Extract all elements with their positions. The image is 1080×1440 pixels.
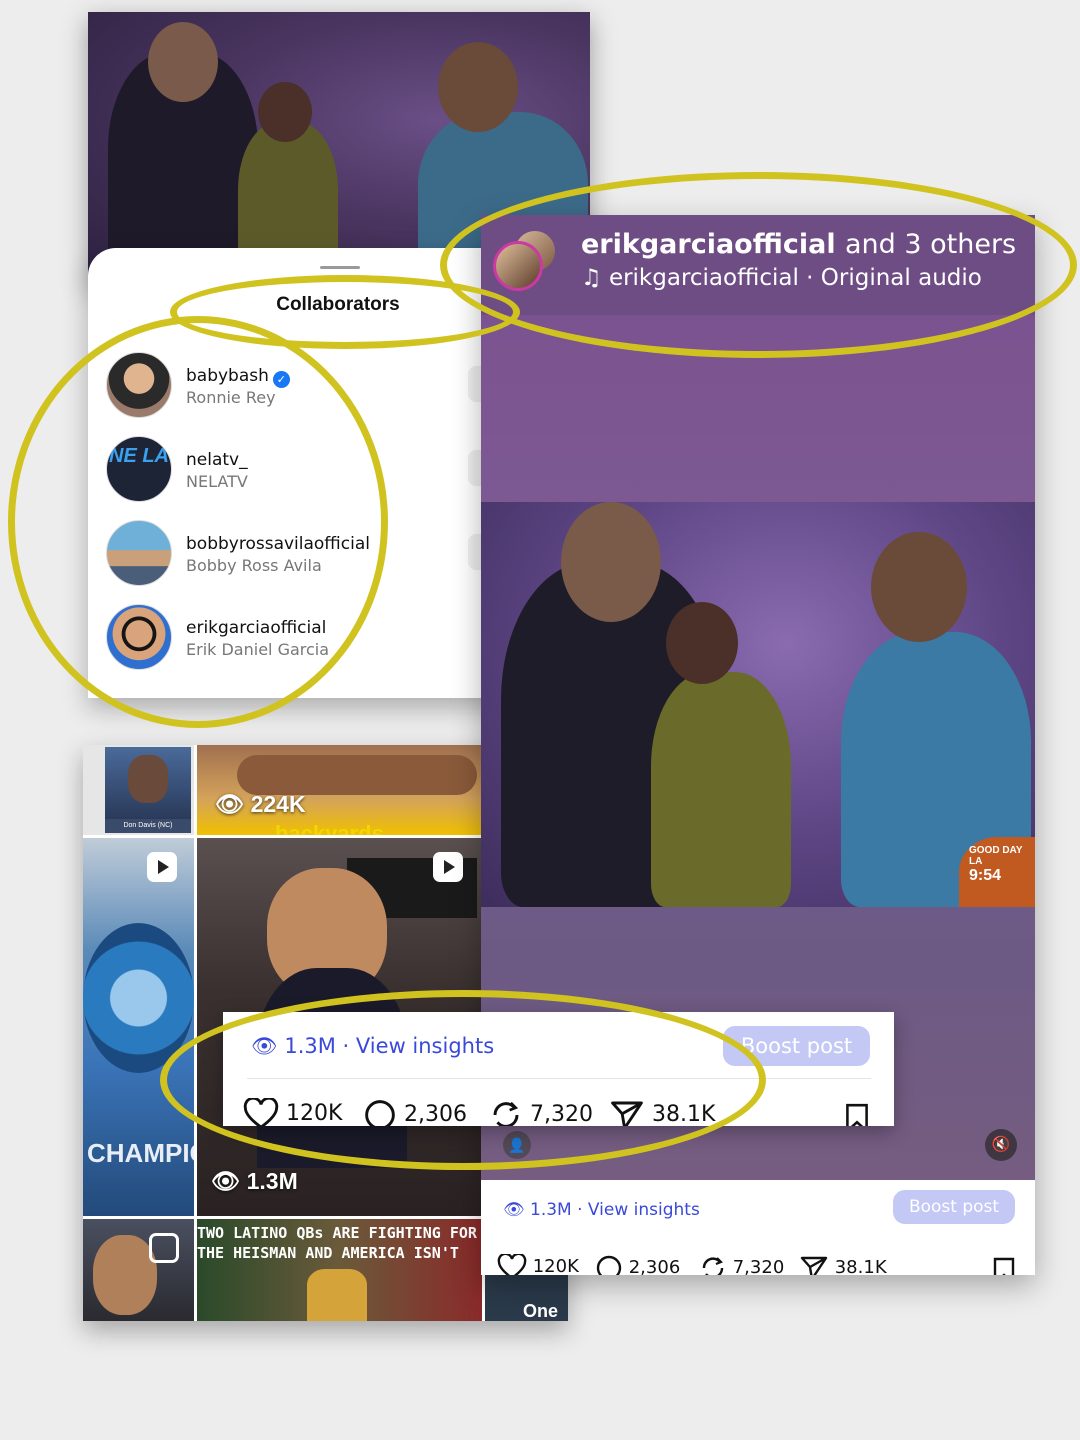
tv-watermark-text: GOOD DAY LA <box>969 845 1023 867</box>
view-count-row: 👁 1.3M <box>211 1168 298 1195</box>
view-count: 1.3M <box>530 1200 572 1220</box>
view-count-row: 👁 224K <box>215 791 306 818</box>
bookmark-icon[interactable] <box>843 1102 871 1126</box>
collaborator-username: bobbyrossavilaofficial <box>186 534 370 554</box>
insights-link[interactable]: 👁 1.3M · View insights <box>251 1034 494 1059</box>
collaborator-username: babybash <box>186 366 269 386</box>
collaborator-fullname: Erik Daniel Garcia <box>186 640 330 659</box>
repost-count: 7,320 <box>732 1257 785 1275</box>
sheet-title: Collaborators <box>276 294 400 315</box>
share-stat[interactable]: 38.1K <box>799 1254 887 1275</box>
collaborator-username-row: babybash ✓ <box>186 366 290 388</box>
comment-count: 2,306 <box>628 1257 681 1275</box>
share-stat[interactable]: 38.1K <box>609 1098 715 1126</box>
reel-author-avatars[interactable] <box>493 229 561 297</box>
reel-icon <box>433 852 463 882</box>
grid-tile[interactable]: Don Davis (NC) <box>83 745 194 835</box>
avatar <box>493 241 543 291</box>
view-count: 1.3M <box>284 1034 336 1058</box>
bookmark-icon[interactable] <box>991 1256 1017 1275</box>
boost-post-button[interactable]: Boost post <box>893 1190 1015 1224</box>
carousel-icon <box>149 1233 179 1263</box>
tv-watermark: GOOD DAY LA 9:54 <box>959 837 1035 907</box>
eye-icon: 👁 <box>251 1034 278 1058</box>
avatar[interactable] <box>106 604 172 670</box>
reel-action-area: 👁 1.3M · View insights Boost post 120K 2… <box>481 1180 1035 1275</box>
like-stat[interactable]: 120K <box>497 1252 579 1275</box>
share-count: 38.1K <box>652 1102 716 1126</box>
like-stat[interactable]: 120K <box>243 1096 343 1126</box>
collaborator-fullname: NELATV <box>186 472 248 491</box>
collaborator-fullname: Ronnie Rey <box>186 388 276 407</box>
comment-stat[interactable]: 2,306 <box>595 1254 680 1275</box>
comment-stat[interactable]: 2,306 <box>363 1098 467 1126</box>
nela-logo-text: NE LA <box>109 445 169 467</box>
tagged-people-icon[interactable]: 👤 <box>503 1131 531 1159</box>
boost-post-button[interactable]: Boost post <box>723 1026 870 1066</box>
eye-icon: 👁 <box>503 1200 525 1220</box>
share-count: 38.1K <box>834 1257 887 1275</box>
grid-tile[interactable] <box>83 1219 194 1321</box>
share-icon <box>611 1101 643 1126</box>
collaborator-row[interactable]: NE LA nelatv_ NELATV F <box>106 436 518 502</box>
tile-caption: Don Davis (NC) <box>105 819 191 833</box>
like-count: 120K <box>286 1101 343 1126</box>
share-icon <box>800 1256 828 1275</box>
reel-video[interactable]: GOOD DAY LA 9:54 <box>481 502 1035 907</box>
repost-stat[interactable]: 7,320 <box>699 1254 784 1275</box>
repost-stat[interactable]: 7,320 <box>489 1098 593 1126</box>
reel-icon <box>147 852 177 882</box>
collaborator-username: erikgarciaofficial <box>186 618 327 638</box>
tile-partial-text: One <box>523 1301 559 1321</box>
collaborator-username: nelatv_ <box>186 450 248 470</box>
mute-icon[interactable]: 🔇 <box>985 1129 1017 1161</box>
music-note-icon: ♫ <box>581 265 602 291</box>
insights-link[interactable]: 👁 1.3M · View insights <box>503 1200 700 1220</box>
collaborator-row[interactable]: babybash✓ Ronnie Rey F <box>106 352 518 418</box>
collaborator-row[interactable]: erikgarciaofficial Erik Daniel Garcia <box>106 604 518 670</box>
collaborators-sheet: Collaborators babybash✓ Ronnie Rey F NE … <box>88 248 518 698</box>
eye-icon: 👁 <box>211 1168 241 1194</box>
avatar[interactable]: NE LA <box>106 436 172 502</box>
divider <box>247 1078 871 1079</box>
repost-count: 7,320 <box>530 1102 593 1126</box>
view-count: 224K <box>250 791 306 817</box>
repost-icon <box>493 1101 519 1126</box>
reel-audio[interactable]: ♫ erikgarciaofficial · Original audio <box>581 265 982 291</box>
collaborator-fullname: Bobby Ross Avila <box>186 556 322 575</box>
heart-icon <box>497 1252 527 1275</box>
reel-title[interactable]: erikgarciaofficial and 3 others <box>581 229 1016 260</box>
view-insights-link[interactable]: View insights <box>588 1200 700 1220</box>
view-insights-link[interactable]: View insights <box>356 1034 494 1058</box>
sheet-drag-handle[interactable] <box>320 266 360 269</box>
grid-tile[interactable]: CHAMPION <box>83 838 194 1216</box>
verified-badge-icon: ✓ <box>272 371 290 388</box>
tile-caption: backyards <box>275 821 384 835</box>
grid-tile[interactable]: 👁 224K backyards <box>197 745 482 835</box>
tv-timestamp: 9:54 <box>969 867 1002 884</box>
tile-banner-text: CHAMPION <box>87 1138 194 1168</box>
comment-icon <box>365 1100 395 1126</box>
reel-collaborators-text[interactable]: and 3 others <box>845 229 1016 260</box>
reel-header: erikgarciaofficial and 3 others ♫ erikga… <box>481 215 1035 315</box>
zoomed-insights-card: 👁 1.3M · View insights Boost post 120K 2… <box>223 1012 894 1126</box>
avatar[interactable] <box>106 520 172 586</box>
heart-icon <box>243 1096 279 1126</box>
tile-headline: TWO LATINO QBs ARE FIGHTING FOR THE HEIS… <box>197 1224 477 1267</box>
like-count: 120K <box>532 1256 579 1275</box>
comment-count: 2,306 <box>404 1102 467 1126</box>
comment-icon <box>596 1255 622 1275</box>
reel-author[interactable]: erikgarciaofficial <box>581 229 836 260</box>
eye-icon: 👁 <box>215 791 245 817</box>
view-count: 1.3M <box>246 1168 298 1194</box>
repost-icon <box>702 1257 724 1275</box>
grid-tile[interactable]: TWO LATINO QBs ARE FIGHTING FOR THE HEIS… <box>197 1219 482 1321</box>
avatar[interactable] <box>106 352 172 418</box>
reel-audio-label[interactable]: erikgarciaofficial · Original audio <box>609 265 982 291</box>
collaborator-row[interactable]: bobbyrossavilaofficial Bobby Ross Avila … <box>106 520 518 586</box>
